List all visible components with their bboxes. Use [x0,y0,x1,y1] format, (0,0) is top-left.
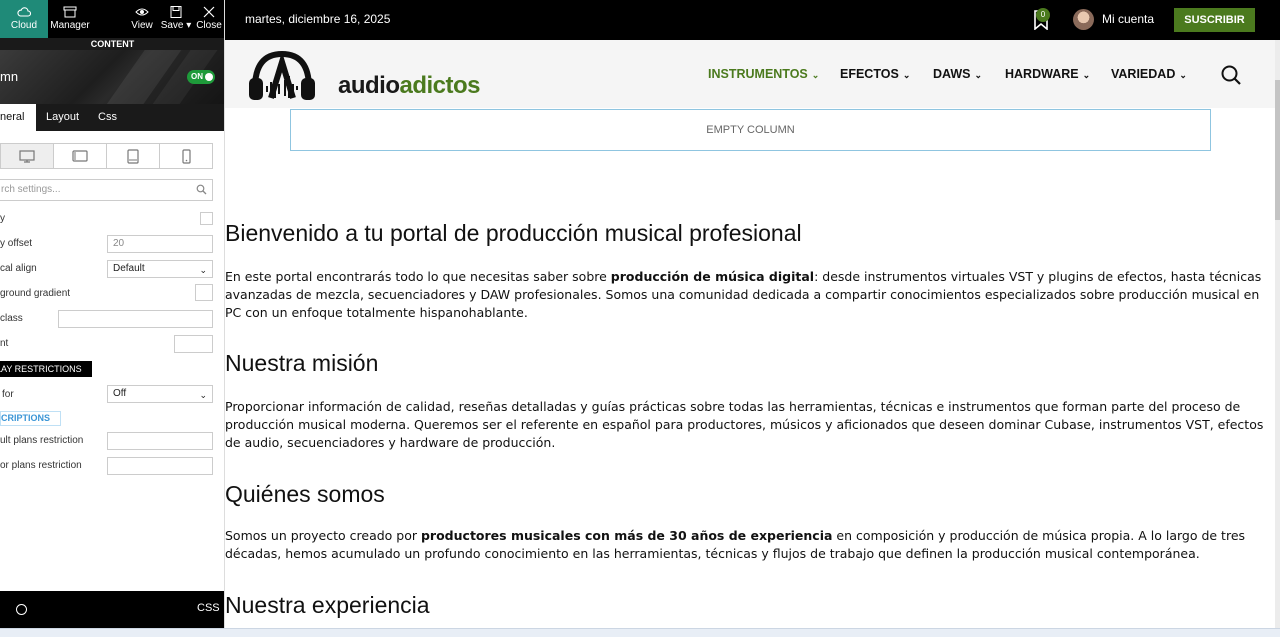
nav-daws[interactable]: DAWS ⌄ [933,67,982,81]
field-label: cal align [0,263,37,274]
scrollbar-thumb[interactable] [1275,80,1280,220]
close-label: Close [196,20,222,31]
manager-label: Manager [50,20,90,31]
builder-toolbar: Cloud Manager View Save ▾ Close [0,0,224,38]
about-paragraph: Somos un proyecto creado por productores… [225,528,1246,561]
view-label: View [131,20,153,31]
current-date: martes, diciembre 16, 2025 [245,12,391,26]
toggle-label: ON [191,72,203,81]
search-placeholder: rch settings... [1,184,61,195]
offset-input[interactable]: 20 [107,235,213,253]
element-header: mn ON [0,50,224,104]
content-heading: CONTENT [0,38,224,50]
desktop-icon [19,149,35,163]
display-restrictions-header[interactable]: LAY RESTRICTIONS [0,361,92,377]
cloud-label: Cloud [10,20,38,31]
manager-icon [63,6,77,18]
empty-column-placeholder[interactable]: EMPTY COLUMN [290,109,1211,151]
section-heading-experience: Nuestra experiencia [225,592,430,618]
tablet-landscape-button[interactable] [54,144,107,168]
chevron-down-icon: ⌄ [199,390,207,400]
nav-instrumentos[interactable]: INSTRUMENTOS ⌄ [708,67,819,81]
close-button[interactable]: Close [192,0,224,38]
tablet-landscape-icon [72,150,88,162]
mobile-device-button[interactable] [160,144,212,168]
mobile-icon [181,148,191,164]
my-account-link[interactable]: Mi cuenta [1102,12,1154,26]
close-icon [203,6,215,18]
restriction-select[interactable]: Off ⌄ [107,385,213,403]
settings-search-input[interactable]: rch settings... [0,179,213,201]
site-logo[interactable]: audioadictos [247,48,481,103]
element-title: mn [0,69,19,84]
subscribe-button[interactable]: SUSCRIBIR [1174,8,1255,32]
desktop-device-button[interactable] [1,144,54,168]
headphones-logo-icon [249,50,315,100]
nav-hardware[interactable]: HARDWARE ⌄ [1005,67,1090,81]
save-label: Save ▾ [160,20,192,31]
view-button[interactable]: View [124,0,160,38]
device-switcher [0,143,213,169]
settings-tabs: neral Layout Css [0,104,224,131]
chevron-down-icon: ⌄ [811,70,820,80]
enabled-toggle[interactable]: ON [187,70,215,84]
field-label: y offset [0,238,33,249]
bookmark-count-badge: 0 [1036,8,1050,22]
field-label: ult plans restriction [0,435,84,446]
small-input[interactable] [174,335,213,353]
floppy-icon [170,6,182,18]
chevron-down-icon: ⌄ [974,70,983,80]
taskbar-edge [0,628,1280,637]
eye-icon [135,8,149,16]
field-label: for [2,389,14,400]
default-plans-input[interactable] [107,432,213,450]
site-topbar: martes, diciembre 16, 2025 0 Mi cuenta S… [225,0,1280,40]
manager-button[interactable]: Manager [48,0,92,38]
tab-layout[interactable]: Layout [36,104,89,131]
section-heading-mission: Nuestra misión [225,350,379,376]
avatar[interactable] [1073,9,1094,30]
main-navbar: audioadictos INSTRUMENTOS ⌄ EFECTOS ⌄ DAWS… [225,40,1280,108]
sticky-checkbox[interactable] [200,212,213,225]
cloud-button[interactable]: Cloud [0,0,48,38]
field-label: or plans restriction [0,460,82,471]
css-button[interactable]: CSS [197,602,220,614]
tablet-portrait-icon [127,148,139,164]
vertical-align-select[interactable]: Default ⌄ [107,260,213,278]
field-label: ground gradient [0,288,71,299]
page-scrollbar[interactable] [1275,40,1280,630]
page-title: Bienvenido a tu portal de producción mus… [225,220,802,246]
save-button[interactable]: Save ▾ [160,0,192,38]
nav-variedad[interactable]: VARIEDAD ⌄ [1111,67,1187,81]
chevron-down-icon: ⌄ [902,70,911,80]
search-icon[interactable] [1220,64,1242,86]
mission-paragraph: Proporcionar información de calidad, res… [225,399,1264,450]
field-label: class [0,313,23,324]
chevron-down-icon: ⌄ [1179,70,1187,80]
chevron-down-icon: ⌄ [1082,70,1091,80]
builder-footer: CSS [0,591,224,628]
chevron-down-icon: ⌄ [199,265,207,275]
search-icon [196,184,207,195]
section-heading-about: Quiénes somos [225,481,385,507]
intro-paragraph: En este portal encontrarás todo lo que n… [225,269,1262,320]
nav-efectos[interactable]: EFECTOS ⌄ [840,67,910,81]
tablet-portrait-button[interactable] [107,144,160,168]
class-input[interactable] [58,310,213,328]
field-label: nt [0,338,9,349]
gradient-picker[interactable] [195,284,213,301]
tab-general[interactable]: neral [0,104,36,131]
cloud-icon [17,7,31,17]
subscriptions-tab[interactable]: CRIPTIONS [0,411,62,426]
logo-text: audioadictos [338,72,481,99]
circle-icon[interactable] [16,604,27,615]
field-label: y [0,213,5,224]
other-plans-input[interactable] [107,457,213,475]
page-builder-panel: Cloud Manager View Save ▾ Close CONTENT … [0,0,225,637]
tab-css[interactable]: Css [88,104,127,131]
